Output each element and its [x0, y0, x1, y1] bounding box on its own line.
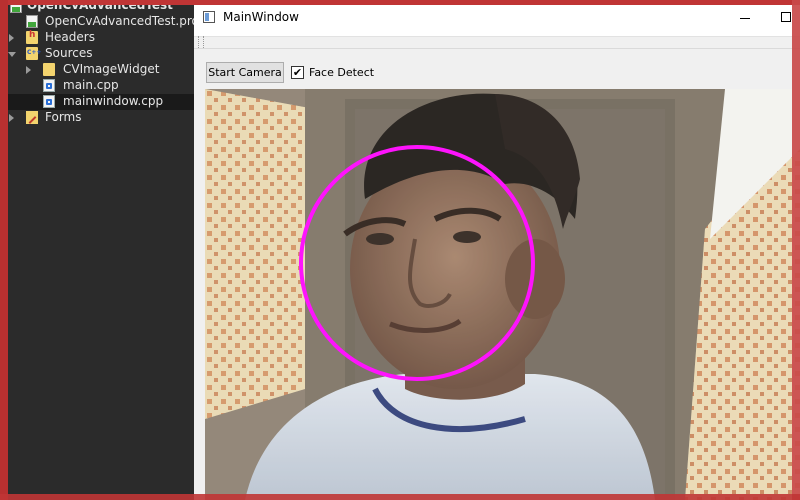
folder-icon: [43, 63, 55, 76]
chevron-right-icon[interactable]: [26, 66, 31, 74]
project-tree: OpenCvAdvancedTest OpenCvAdvancedTest.pr…: [8, 0, 199, 500]
start-camera-button[interactable]: Start Camera: [206, 62, 284, 83]
tree-item-label: OpenCvAdvancedTest.pro: [45, 14, 199, 28]
main-window: MainWindow Start Camera ✔ Face Detect: [194, 0, 800, 500]
pro-file-icon: [26, 15, 38, 28]
sources-folder-icon: [26, 47, 41, 60]
face-detect-checkbox[interactable]: ✔: [291, 66, 304, 79]
tree-item-forms[interactable]: Forms: [8, 110, 194, 126]
minimize-icon[interactable]: [740, 18, 750, 19]
camera-view: [205, 89, 800, 500]
chevron-down-icon[interactable]: [8, 52, 16, 57]
highlight-frame-right: [792, 0, 800, 500]
chevron-right-icon[interactable]: [9, 114, 14, 122]
title-bar[interactable]: MainWindow: [194, 0, 800, 37]
window-title: MainWindow: [223, 10, 299, 24]
toolbar-grip[interactable]: [198, 36, 204, 48]
highlight-frame-left: [0, 0, 8, 500]
headers-folder-icon: [26, 30, 38, 44]
camera-frame: [205, 89, 800, 500]
tree-item-label: Forms: [45, 110, 82, 124]
tree-item-label: CVImageWidget: [63, 62, 160, 76]
tree-item-label: Headers: [45, 30, 95, 44]
tree-item-pro-file[interactable]: OpenCvAdvancedTest.pro: [8, 14, 199, 30]
cpp-file-icon: [43, 95, 55, 108]
maximize-icon[interactable]: [781, 12, 791, 22]
tree-item-label: Sources: [45, 46, 93, 60]
tree-item-mainwindow-cpp[interactable]: mainwindow.cpp: [8, 94, 194, 110]
chevron-right-icon[interactable]: [9, 34, 14, 42]
cpp-file-icon: [43, 79, 55, 92]
tree-item-main-cpp[interactable]: main.cpp: [8, 78, 194, 94]
app-window-icon: [203, 11, 215, 23]
face-detect-label[interactable]: Face Detect: [309, 66, 374, 79]
forms-folder-icon: [26, 111, 38, 124]
tree-item-label: mainwindow.cpp: [63, 94, 164, 108]
tree-item-cvimagewidget[interactable]: CVImageWidget: [8, 62, 194, 78]
highlight-frame-bottom: [0, 494, 800, 500]
tree-item-sources[interactable]: Sources: [8, 46, 194, 62]
toolbar-divider: [194, 48, 800, 49]
highlight-frame-top: [0, 0, 800, 5]
tree-item-label: main.cpp: [63, 78, 119, 92]
tree-item-headers[interactable]: Headers: [8, 30, 194, 46]
